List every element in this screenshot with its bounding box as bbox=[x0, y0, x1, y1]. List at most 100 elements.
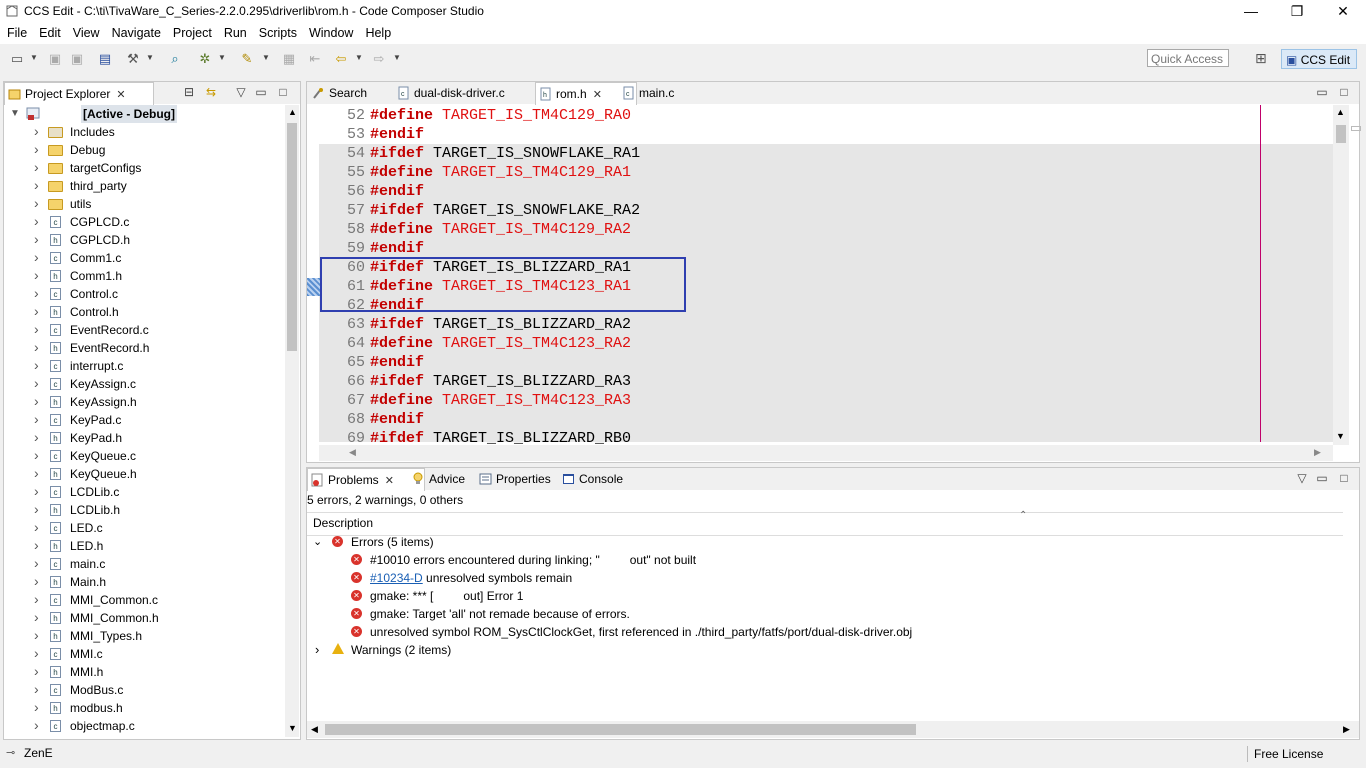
tab-search[interactable]: Search bbox=[309, 82, 401, 104]
chevron-right-icon[interactable]: › bbox=[34, 447, 39, 463]
menu-window[interactable]: Window bbox=[302, 24, 358, 42]
error-row[interactable]: ✕ #10010 errors encountered during linkin… bbox=[307, 551, 1343, 569]
scroll-up-icon[interactable]: ▲ bbox=[288, 107, 297, 117]
tree-item[interactable]: › h EventRecord.h bbox=[4, 339, 284, 357]
code-line[interactable]: 55 #define TARGET_IS_TM4C129_RA1 bbox=[307, 163, 1327, 182]
chevron-right-icon[interactable]: › bbox=[34, 465, 39, 481]
new-icon[interactable]: ▭ bbox=[8, 51, 26, 67]
scroll-down-icon[interactable]: ▼ bbox=[288, 723, 297, 733]
tree-item[interactable]: › c interrupt.c bbox=[4, 357, 284, 375]
save-all-icon[interactable]: ▣ bbox=[68, 51, 86, 67]
editor-scrollbar[interactable]: ▲ ▼ bbox=[1333, 105, 1349, 445]
chevron-right-icon[interactable]: › bbox=[34, 249, 39, 265]
view-menu-icon[interactable]: ▽ bbox=[1295, 471, 1309, 485]
minimize-view-icon[interactable]: ▭ bbox=[254, 85, 268, 99]
scroll-down-icon[interactable]: ▼ bbox=[1336, 431, 1345, 441]
tree-item[interactable]: › h MMI.h bbox=[4, 663, 284, 681]
open-perspective-icon[interactable]: ⊞ bbox=[1255, 50, 1267, 67]
minimize-button[interactable]: — bbox=[1228, 0, 1274, 24]
scroll-thumb[interactable] bbox=[325, 724, 916, 735]
view-menu-icon[interactable]: ▽ bbox=[234, 85, 248, 99]
chevron-right-icon[interactable]: › bbox=[34, 411, 39, 427]
tree-item[interactable]: › h KeyQueue.h bbox=[4, 465, 284, 483]
flash-icon[interactable]: ✎ bbox=[238, 51, 256, 67]
tree-item[interactable]: › h LCDLib.h bbox=[4, 501, 284, 519]
close-button[interactable]: ✕ bbox=[1320, 0, 1366, 24]
toggle-icon[interactable]: ▦ bbox=[280, 51, 298, 67]
minimize-view-icon[interactable]: ▭ bbox=[1315, 471, 1329, 485]
chevron-down-icon[interactable]: ▼ bbox=[218, 53, 226, 62]
tree-scrollbar[interactable]: ▲ ▼ bbox=[285, 105, 299, 737]
tree-item[interactable]: › c objectmap.c bbox=[4, 717, 284, 735]
tree-item[interactable]: › third_party bbox=[4, 177, 284, 195]
menu-run[interactable]: Run bbox=[217, 24, 252, 42]
chevron-right-icon[interactable]: › bbox=[34, 663, 39, 679]
scroll-left-icon[interactable]: ◀ bbox=[311, 724, 318, 735]
tab-project-explorer[interactable]: Project Explorer ✕ bbox=[4, 82, 154, 105]
maximize-view-icon[interactable]: □ bbox=[1337, 471, 1351, 485]
tree-item[interactable]: › c MMI.c bbox=[4, 645, 284, 663]
chevron-right-icon[interactable]: › bbox=[34, 501, 39, 517]
code-line[interactable]: 67 #define TARGET_IS_TM4C123_RA3 bbox=[307, 391, 1327, 410]
quick-access-input[interactable]: Quick Access bbox=[1147, 49, 1229, 67]
tree-item[interactable]: › Debug bbox=[4, 141, 284, 159]
tree-item[interactable]: › h CGPLCD.h bbox=[4, 231, 284, 249]
close-icon[interactable]: ✕ bbox=[385, 475, 394, 487]
chevron-right-icon[interactable]: › bbox=[34, 393, 39, 409]
code-line[interactable]: 52 #define TARGET_IS_TM4C129_RA0 bbox=[307, 106, 1327, 125]
tree-item[interactable]: › c ModBus.c bbox=[4, 681, 284, 699]
close-icon[interactable]: ✕ bbox=[593, 89, 602, 101]
chevron-right-icon[interactable]: › bbox=[34, 573, 39, 589]
tree-item[interactable]: › c MMI_Common.c bbox=[4, 591, 284, 609]
code-line[interactable]: 69 #ifdef TARGET_IS_BLIZZARD_RB0 bbox=[307, 429, 1327, 444]
chevron-down-icon[interactable]: ⌄ bbox=[313, 533, 322, 551]
code-line[interactable]: 57 #ifdef TARGET_IS_SNOWFLAKE_RA2 bbox=[307, 201, 1327, 220]
error-row[interactable]: ✕ unresolved symbol ROM_SysCtlClockGet, f… bbox=[307, 623, 1343, 641]
chevron-right-icon[interactable]: › bbox=[34, 285, 39, 301]
restore-button[interactable]: ❐ bbox=[1274, 0, 1320, 24]
maximize-view-icon[interactable]: □ bbox=[1337, 85, 1351, 99]
tree-item[interactable]: › c LCDLib.c bbox=[4, 483, 284, 501]
code-line[interactable]: 59 #endif bbox=[307, 239, 1327, 258]
chevron-right-icon[interactable]: › bbox=[34, 483, 39, 499]
link-editor-icon[interactable]: ⇆ bbox=[204, 85, 218, 99]
chevron-down-icon[interactable]: ▼ bbox=[393, 53, 401, 62]
scroll-up-icon[interactable]: ▲ bbox=[1336, 107, 1345, 117]
chevron-right-icon[interactable]: › bbox=[34, 645, 39, 661]
problems-h-scrollbar[interactable]: ◀ ▶ bbox=[307, 721, 1359, 738]
chevron-right-icon[interactable]: › bbox=[315, 641, 319, 659]
chevron-right-icon[interactable]: › bbox=[34, 213, 39, 229]
tree-item[interactable]: › c KeyPad.c bbox=[4, 411, 284, 429]
scroll-thumb[interactable] bbox=[1336, 125, 1346, 143]
tree-item[interactable]: › h Control.h bbox=[4, 303, 284, 321]
chevron-down-icon[interactable]: ▼ bbox=[146, 53, 154, 62]
debug-bug-icon[interactable]: ✲ bbox=[196, 51, 214, 67]
chevron-right-icon[interactable]: › bbox=[34, 267, 39, 283]
build-hammer-icon[interactable]: ⚒ bbox=[124, 51, 142, 67]
code-line[interactable]: 63 #ifdef TARGET_IS_BLIZZARD_RA2 bbox=[307, 315, 1327, 334]
chevron-right-icon[interactable]: › bbox=[34, 429, 39, 445]
chevron-right-icon[interactable]: › bbox=[34, 123, 39, 139]
chevron-right-icon[interactable]: › bbox=[34, 591, 39, 607]
error-code-link[interactable]: #10234-D bbox=[370, 571, 423, 585]
menu-view[interactable]: View bbox=[66, 24, 105, 42]
chevron-right-icon[interactable]: › bbox=[34, 609, 39, 625]
warnings-group-row[interactable]: › Warnings (2 items) bbox=[307, 641, 1343, 659]
code-line[interactable]: 56 #endif bbox=[307, 182, 1327, 201]
tree-item[interactable]: › h MMI_Types.h bbox=[4, 627, 284, 645]
tree-item[interactable]: › c EventRecord.c bbox=[4, 321, 284, 339]
scroll-left-icon[interactable]: ◀ bbox=[349, 447, 356, 458]
chevron-right-icon[interactable]: › bbox=[34, 339, 39, 355]
chevron-right-icon[interactable]: › bbox=[34, 627, 39, 643]
tree-item[interactable]: › h MMI_Common.h bbox=[4, 609, 284, 627]
chevron-right-icon[interactable]: › bbox=[34, 717, 39, 733]
menu-help[interactable]: Help bbox=[358, 24, 396, 42]
code-line[interactable]: 64 #define TARGET_IS_TM4C123_RA2 bbox=[307, 334, 1327, 353]
search-icon[interactable]: ⌕ bbox=[166, 51, 184, 67]
tab-dual-disk-driver[interactable]: c dual-disk-driver.c bbox=[394, 82, 542, 104]
chevron-right-icon[interactable]: › bbox=[34, 195, 39, 211]
tree-item[interactable]: › c Control.c bbox=[4, 285, 284, 303]
error-row[interactable]: ✕ gmake: Target 'all' not remade because … bbox=[307, 605, 1343, 623]
chevron-right-icon[interactable]: › bbox=[34, 699, 39, 715]
menu-scripts[interactable]: Scripts bbox=[252, 24, 302, 42]
